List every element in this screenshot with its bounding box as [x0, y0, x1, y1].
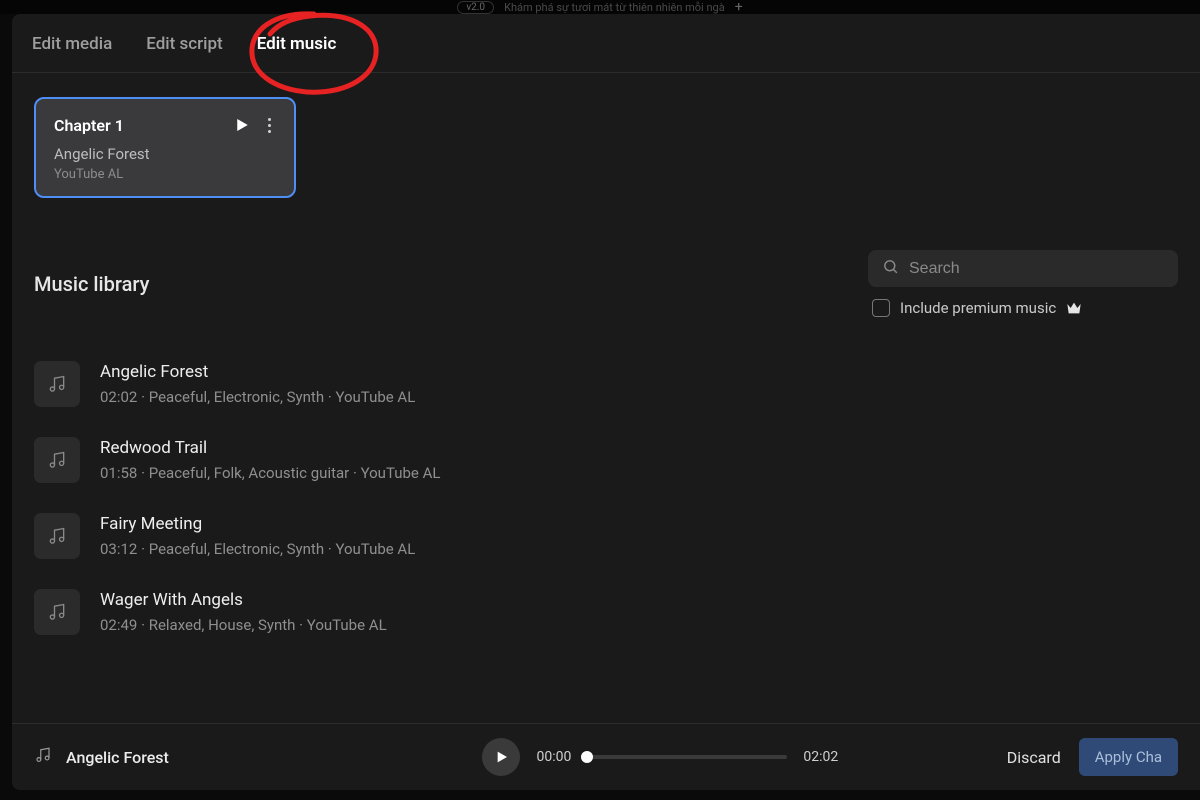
duration-time: 02:02	[803, 749, 838, 765]
tab-edit-music[interactable]: Edit music	[257, 34, 337, 54]
track-row[interactable]: Fairy Meeting 03:12 · Peaceful, Electron…	[34, 513, 1178, 559]
add-tab-icon[interactable]: +	[735, 0, 743, 14]
track-meta: 01:58 · Peaceful, Folk, Acoustic guitar …	[100, 464, 440, 482]
music-note-icon	[34, 513, 80, 559]
track-row[interactable]: Angelic Forest 02:02 · Peaceful, Electro…	[34, 361, 1178, 407]
track-title: Wager With Angels	[100, 590, 387, 610]
play-icon[interactable]	[232, 116, 250, 134]
track-title: Redwood Trail	[100, 438, 440, 458]
play-button[interactable]	[482, 738, 520, 776]
progress-slider[interactable]	[587, 755, 787, 759]
track-meta: 03:12 · Peaceful, Electronic, Synth · Yo…	[100, 540, 415, 558]
elapsed-time: 00:00	[536, 749, 571, 765]
editor-tabs: Edit media Edit script Edit music	[12, 14, 1200, 73]
track-row[interactable]: Redwood Trail 01:58 · Peaceful, Folk, Ac…	[34, 437, 1178, 483]
now-playing-title: Angelic Forest	[66, 748, 169, 767]
track-meta: 02:02 · Peaceful, Electronic, Synth · Yo…	[100, 388, 415, 406]
track-row[interactable]: Wager With Angels 02:49 · Relaxed, House…	[34, 589, 1178, 635]
search-icon	[882, 258, 899, 279]
editor-panel: Edit media Edit script Edit music Chapte…	[12, 14, 1200, 790]
main-scroll-area[interactable]: Chapter 1 Angelic Forest YouTube AL Musi…	[12, 73, 1200, 723]
app-top-strip: v2.0 Khám phá sự tươi mát từ thiên nhiên…	[0, 0, 1200, 14]
tab-edit-script[interactable]: Edit script	[146, 34, 222, 54]
progress-knob[interactable]	[581, 751, 593, 763]
premium-checkbox[interactable]	[872, 299, 890, 317]
premium-label: Include premium music	[900, 299, 1056, 317]
track-title: Angelic Forest	[100, 362, 415, 382]
chapter-card[interactable]: Chapter 1 Angelic Forest YouTube AL	[34, 97, 296, 198]
project-tab-title[interactable]: Khám phá sự tươi mát từ thiên nhiên mỗi …	[504, 1, 725, 14]
discard-button[interactable]: Discard	[1007, 748, 1061, 767]
music-library-heading: Music library	[34, 272, 149, 296]
track-title: Fairy Meeting	[100, 514, 415, 534]
music-note-icon	[34, 746, 52, 768]
more-icon[interactable]	[260, 113, 278, 137]
track-meta: 02:49 · Relaxed, House, Synth · YouTube …	[100, 616, 387, 634]
apply-changes-button[interactable]: Apply Cha	[1079, 738, 1178, 776]
track-list: Angelic Forest 02:02 · Peaceful, Electro…	[34, 361, 1178, 635]
search-input[interactable]	[909, 260, 1164, 278]
player-bar: Angelic Forest 00:00 02:02 Discard Apply…	[12, 723, 1200, 790]
version-pill: v2.0	[457, 1, 494, 14]
search-box[interactable]	[868, 250, 1178, 287]
tab-edit-media[interactable]: Edit media	[32, 34, 112, 54]
music-note-icon	[34, 361, 80, 407]
crown-icon	[1066, 301, 1082, 315]
music-note-icon	[34, 589, 80, 635]
chapter-track-source: YouTube AL	[54, 167, 278, 182]
chapter-track-name: Angelic Forest	[54, 145, 278, 163]
music-note-icon	[34, 437, 80, 483]
chapter-title: Chapter 1	[54, 116, 222, 135]
